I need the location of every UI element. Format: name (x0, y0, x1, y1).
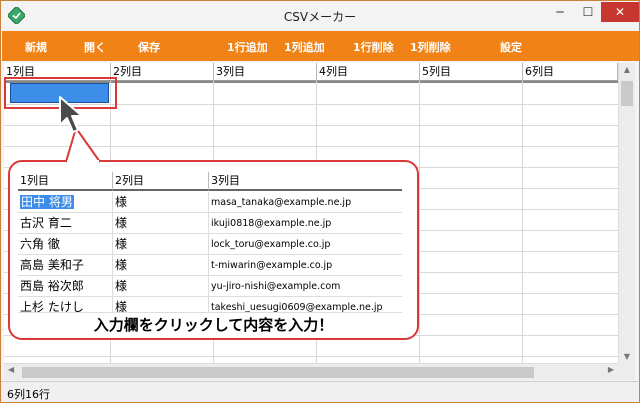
example-cell: 様 (113, 192, 209, 213)
scrollbar-corner (618, 363, 635, 380)
horizontal-scrollbar[interactable]: ◀ ▶ (4, 363, 618, 380)
menu-save[interactable]: 保存 (138, 39, 160, 55)
mouse-pointer-icon (59, 96, 83, 133)
example-cell: 様 (113, 297, 209, 312)
toolbar: 新規 開く 保存 1行追加 1列追加 1行削除 1列削除 設定 (2, 31, 639, 61)
example-cell: takeshi_uesugi0609@example.ne.jp (211, 302, 383, 313)
column-header[interactable]: 5列目 (420, 63, 523, 81)
minimize-button[interactable]: ─ (546, 2, 574, 22)
vertical-scrollbar[interactable]: ▲ ▼ (618, 63, 635, 363)
column-header[interactable]: 4列目 (317, 63, 420, 81)
example-cell: yu-jiro-nishi@example.com (211, 281, 341, 292)
example-cell: 様 (113, 213, 209, 234)
menu-settings[interactable]: 設定 (500, 39, 522, 55)
example-column-header: 1列目 (18, 172, 113, 191)
menu-delete-row[interactable]: 1行削除 (353, 39, 394, 55)
example-row: 西島 裕次郎 様 yu-jiro-nishi@example.com (18, 276, 402, 297)
example-column-header: 2列目 (113, 172, 209, 191)
example-cell: 様 (113, 255, 209, 276)
status-bar: 6列16行 (1, 381, 638, 402)
highlighted-text: 田中 将男 (20, 195, 74, 209)
scroll-right-icon[interactable]: ▶ (608, 365, 614, 374)
scroll-up-icon[interactable]: ▲ (619, 65, 635, 74)
example-row: 六角 徹 様 lock_toru@example.co.jp (18, 234, 402, 255)
example-row: 田中 将男 様 masa_tanaka@example.ne.jp (18, 192, 402, 213)
grid-divider (522, 81, 523, 363)
example-cell: 上杉 たけし (18, 297, 113, 312)
example-table: 1列目 2列目 3列目 田中 将男 様 masa_tanaka@example.… (18, 172, 404, 313)
window-title: CSVメーカー (283, 10, 357, 24)
menu-open[interactable]: 開く (84, 39, 106, 55)
example-cell: 高島 美和子 (18, 255, 113, 276)
menu-delete-col[interactable]: 1列削除 (410, 39, 451, 55)
example-cell: 六角 徹 (18, 234, 113, 255)
example-cell: 古沢 育二 (18, 213, 113, 234)
example-row: 古沢 育二 様 ikuji0818@example.ne.jp (18, 213, 402, 234)
scroll-left-icon[interactable]: ◀ (8, 365, 14, 374)
column-header[interactable]: 2列目 (111, 63, 214, 81)
scrollbar-thumb[interactable] (22, 367, 534, 378)
example-column-header: 3列目 (209, 172, 402, 191)
grid-divider (4, 356, 618, 357)
example-cell: 田中 将男 (18, 192, 113, 213)
maximize-button[interactable]: ☐ (574, 2, 602, 22)
example-cell: lock_toru@example.co.jp (211, 239, 331, 250)
menu-add-row[interactable]: 1行追加 (227, 39, 268, 55)
example-cell: masa_tanaka@example.ne.jp (211, 197, 352, 208)
example-cell: 西島 裕次郎 (18, 276, 113, 297)
example-cell: 様 (113, 234, 209, 255)
column-header[interactable]: 3列目 (214, 63, 317, 81)
menu-new[interactable]: 新規 (25, 39, 47, 55)
scroll-down-icon[interactable]: ▼ (619, 352, 635, 361)
status-text: 6列16行 (7, 388, 50, 401)
example-cell: ikuji0818@example.ne.jp (211, 218, 332, 229)
column-header[interactable]: 6列目 (523, 63, 618, 81)
example-cell: 様 (113, 276, 209, 297)
callout-caption: 入力欄をクリックして内容を入力！ (93, 316, 334, 334)
example-cell: t-miwarin@example.co.jp (211, 260, 333, 271)
close-button[interactable]: ✕ (601, 2, 639, 22)
example-row: 上杉 たけし 様 takeshi_uesugi0609@example.ne.j… (18, 297, 402, 313)
example-row: 高島 美和子 様 t-miwarin@example.co.jp (18, 255, 402, 276)
scrollbar-thumb[interactable] (621, 81, 633, 106)
title-bar: CSVメーカー ─ ☐ ✕ (1, 1, 639, 31)
menu-add-col[interactable]: 1列追加 (284, 39, 325, 55)
